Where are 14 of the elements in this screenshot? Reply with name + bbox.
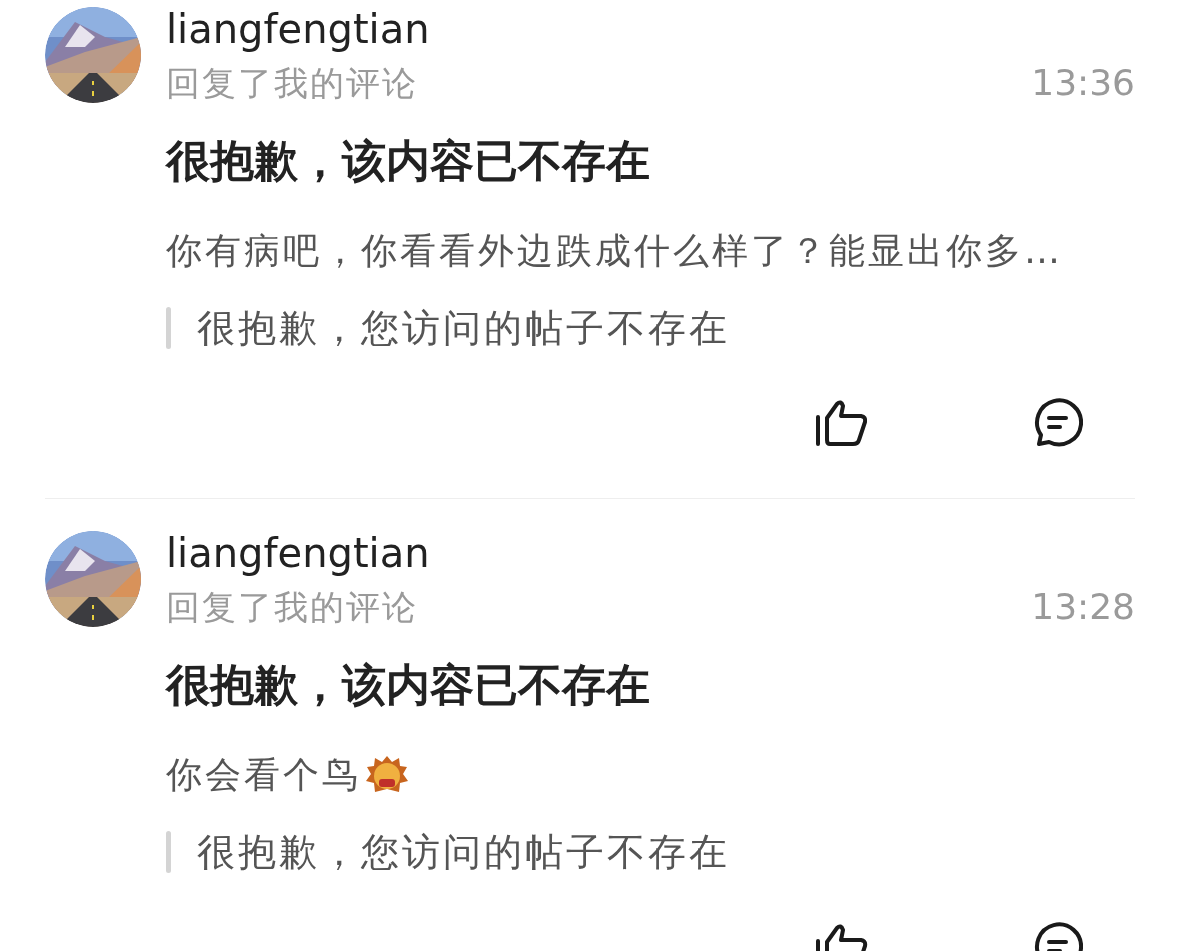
- comment-text: 你会看个鸟: [166, 753, 361, 797]
- deleted-notice: 很抱歉，该内容已不存在: [166, 134, 650, 188]
- quoted-post: 很抱歉，您访问的帖子不存在: [197, 829, 730, 875]
- reply-label: 回复了我的评论: [166, 62, 418, 105]
- username[interactable]: liangfengtian: [166, 531, 430, 575]
- timestamp: 13:36: [1031, 61, 1135, 105]
- comment-text: 你有病吧，你看看外边跌成什么样了？能显出你多…: [166, 229, 1063, 273]
- thumbs-up-icon[interactable]: [815, 398, 869, 448]
- quoted-post: 很抱歉，您访问的帖子不存在: [197, 305, 730, 351]
- reply-label: 回复了我的评论: [166, 586, 418, 629]
- deleted-notice: 很抱歉，该内容已不存在: [166, 658, 650, 712]
- username[interactable]: liangfengtian: [166, 7, 430, 51]
- emoji-icon: [365, 755, 409, 795]
- timestamp: 13:28: [1031, 585, 1135, 629]
